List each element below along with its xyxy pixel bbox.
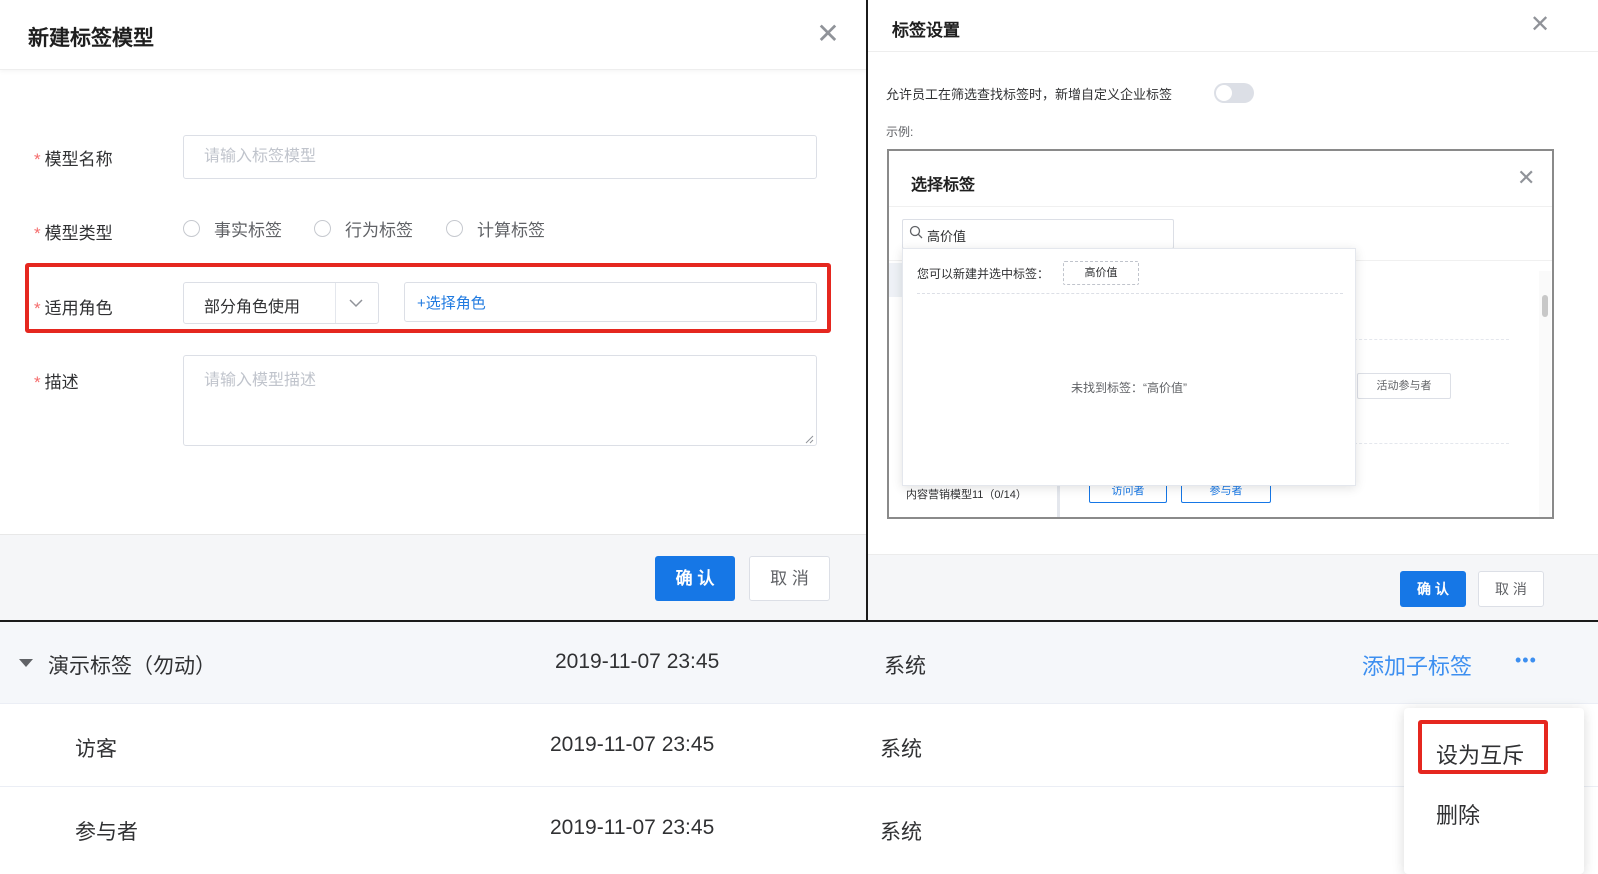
select-value: 部分角色使用 <box>204 299 301 316</box>
set-mutex-menu-item[interactable]: 设为互斥 <box>1436 738 1524 770</box>
inner-dialog-title: 选择标签 <box>911 177 976 194</box>
radio-circle-icon <box>446 220 463 237</box>
bg-tag-activity: 活动参与者 <box>1357 373 1451 399</box>
radio-behavior-tag[interactable]: 行为标签 <box>314 216 413 241</box>
example-label: 示例: <box>886 125 914 139</box>
search-value: 高价值 <box>927 229 967 244</box>
table-row[interactable]: 参与者 2019-11-07 23:45 系统 <box>0 788 1598 873</box>
label-text: 适用角色 <box>44 299 113 318</box>
dialog-title: 标签设置 <box>892 21 960 40</box>
model-name-label: * 模型名称 <box>34 145 113 170</box>
select-divider <box>335 283 336 323</box>
tag-name: 演示标签（勿动） <box>48 655 216 678</box>
more-actions-menu: 设为互斥 删除 <box>1404 708 1584 874</box>
tag-creator: 系统 <box>880 821 922 844</box>
model-type-label: * 模型类型 <box>34 219 113 244</box>
label-text: 描述 <box>44 373 79 392</box>
scrollbar-thumb <box>1542 295 1548 317</box>
model-name-input[interactable]: 请输入标签模型 <box>183 135 817 179</box>
close-icon: ✕ <box>1517 165 1536 190</box>
tag-creator: 系统 <box>880 738 922 761</box>
radio-circle-icon <box>314 220 331 237</box>
required-mark: * <box>34 224 41 243</box>
close-icon[interactable]: ✕ <box>1530 10 1550 39</box>
tag-time: 2019-11-07 23:45 <box>555 650 720 673</box>
more-icon[interactable]: ••• <box>1515 650 1537 671</box>
row-divider <box>1354 339 1509 340</box>
allow-custom-tag-switch[interactable] <box>1214 83 1254 103</box>
resize-handle-icon[interactable] <box>804 434 814 444</box>
select-role-link[interactable]: +选择角色 <box>417 292 486 313</box>
new-tag-model-dialog: 新建标签模型 ✕ * 模型名称 请输入标签模型 * 模型类型 事实标签 行为标签 计… <box>0 0 866 620</box>
required-mark: * <box>34 373 41 392</box>
radio-label: 计算标签 <box>477 221 545 240</box>
confirm-button[interactable]: 确 认 <box>655 556 735 601</box>
create-tag-hint: 您可以新建并选中标签： <box>917 267 1050 281</box>
dialog-footer: 确 认 取 消 <box>0 534 866 620</box>
select-role-input[interactable]: +选择角色 <box>404 282 817 322</box>
chevron-down-icon <box>348 291 364 318</box>
dashed-divider <box>917 293 1343 294</box>
scrollbar <box>1539 271 1551 517</box>
close-icon[interactable]: ✕ <box>812 18 844 50</box>
tag-time: 2019-11-07 23:45 <box>550 816 715 839</box>
search-icon <box>909 225 923 242</box>
add-child-tag-link[interactable]: 添加子标签 <box>1362 649 1472 681</box>
confirm-button[interactable]: 确 认 <box>1400 571 1466 607</box>
tag-search-input: 高价值 <box>902 219 1174 249</box>
tag-creator: 系统 <box>884 655 926 678</box>
required-mark: * <box>34 299 41 318</box>
table-row[interactable]: 访客 2019-11-07 23:45 系统 <box>0 705 1598 787</box>
table-row-parent[interactable]: 演示标签（勿动） 2019-11-07 23:45 系统 添加子标签 ••• <box>0 622 1598 704</box>
left-list-highlight <box>889 263 903 297</box>
label-text: 模型名称 <box>44 150 113 169</box>
description-label: * 描述 <box>34 368 79 393</box>
allow-custom-tag-text: 允许员工在筛选查找标签时，新增自定义企业标签 <box>886 87 1173 102</box>
tag-name: 访客 <box>75 738 117 761</box>
role-label: * 适用角色 <box>34 294 113 319</box>
required-mark: * <box>34 150 41 169</box>
cancel-button[interactable]: 取 消 <box>1478 571 1544 607</box>
radio-calc-tag[interactable]: 计算标签 <box>446 216 545 241</box>
create-tag-chip: 高价值 <box>1063 261 1139 285</box>
tag-settings-dialog: 标签设置 ✕ 允许员工在筛选查找标签时，新增自定义企业标签 示例: 选择标签 ✕… <box>868 0 1598 620</box>
tag-name: 参与者 <box>75 821 138 844</box>
dialog-footer: 确 认 取 消 <box>868 554 1598 620</box>
cancel-button[interactable]: 取 消 <box>749 556 830 601</box>
row-divider <box>1354 443 1509 444</box>
example-preview: 选择标签 ✕ 高价值 活动参与者 内容营销模型11（0/14） 访问者 参与者 … <box>887 149 1554 519</box>
radio-circle-icon <box>183 220 200 237</box>
dialog-header: 新建标签模型 ✕ <box>0 0 866 70</box>
tag-time: 2019-11-07 23:45 <box>550 733 715 756</box>
radio-label: 行为标签 <box>345 221 413 240</box>
placeholder: 请输入标签模型 <box>204 148 317 165</box>
switch-knob <box>1216 85 1232 101</box>
label-text: 模型类型 <box>44 224 113 243</box>
search-result-popup: 您可以新建并选中标签： 高价值 未找到标签：“高价值” <box>902 248 1356 486</box>
description-textarea[interactable]: 请输入模型描述 <box>183 355 817 446</box>
dialog-header: 标签设置 ✕ <box>868 0 1598 52</box>
inner-dialog-header: 选择标签 ✕ <box>889 151 1552 207</box>
radio-label: 事实标签 <box>214 221 282 240</box>
caret-down-icon[interactable] <box>18 656 34 674</box>
bg-model-name: 内容营销模型11（0/14） <box>906 489 1027 501</box>
delete-menu-item[interactable]: 删除 <box>1436 798 1480 830</box>
role-scope-select[interactable]: 部分角色使用 <box>183 282 379 324</box>
radio-fact-tag[interactable]: 事实标签 <box>183 216 282 241</box>
placeholder: 请输入模型描述 <box>204 372 317 389</box>
empty-result-text: 未找到标签：“高价值” <box>1071 381 1187 395</box>
dialog-title: 新建标签模型 <box>28 27 154 50</box>
